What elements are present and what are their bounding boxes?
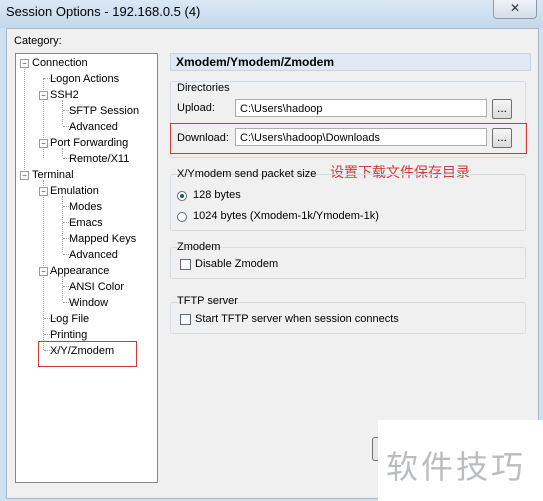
collapse-icon[interactable]: − bbox=[39, 187, 48, 196]
tree-item-connection[interactable]: Connection bbox=[32, 56, 88, 70]
disable-zmodem-checkbox[interactable] bbox=[180, 259, 191, 270]
radio-128-bytes[interactable] bbox=[177, 191, 187, 201]
tree-item-emacs[interactable]: Emacs bbox=[69, 216, 103, 230]
disable-zmodem-label: Disable Zmodem bbox=[195, 258, 279, 270]
tree-item-ansi-color[interactable]: ANSI Color bbox=[69, 280, 124, 294]
tree-item-mapped-keys[interactable]: Mapped Keys bbox=[69, 232, 136, 246]
tree-line bbox=[62, 276, 63, 300]
tree-item-remote-x11[interactable]: Remote/X11 bbox=[69, 152, 129, 166]
tree-line bbox=[62, 100, 63, 124]
tree-item-printing[interactable]: Printing bbox=[50, 328, 87, 342]
packet-size-group bbox=[170, 174, 526, 231]
tree-item-modes[interactable]: Modes bbox=[69, 200, 102, 214]
selected-item-highlight bbox=[38, 341, 137, 367]
tree-item-window[interactable]: Window bbox=[69, 296, 108, 310]
tree-item-ssh2[interactable]: SSH2 bbox=[50, 88, 79, 102]
collapse-icon[interactable]: − bbox=[20, 171, 29, 180]
tftp-label: TFTP server bbox=[177, 295, 238, 307]
close-button[interactable]: ✕ bbox=[493, 0, 537, 19]
start-tftp-label: Start TFTP server when session connects bbox=[195, 313, 399, 325]
tree-item-logon-actions[interactable]: Logon Actions bbox=[50, 72, 119, 86]
zmodem-label: Zmodem bbox=[177, 241, 221, 253]
radio-1024-label: 1024 bytes (Xmodem-1k/Ymodem-1k) bbox=[193, 210, 379, 222]
radio-128-label: 128 bytes bbox=[193, 189, 241, 201]
collapse-icon[interactable]: − bbox=[39, 91, 48, 100]
collapse-icon[interactable]: − bbox=[39, 267, 48, 276]
tree-line bbox=[43, 180, 44, 350]
download-input[interactable]: C:\Users\hadoop\Downloads bbox=[235, 128, 487, 146]
watermark-text: 软件技巧 bbox=[386, 448, 527, 486]
collapse-icon[interactable]: − bbox=[39, 139, 48, 148]
radio-1024-bytes[interactable] bbox=[177, 212, 187, 222]
panel-title: Xmodem/Ymodem/Zmodem bbox=[170, 53, 531, 71]
window-title: Session Options - 192.168.0.5 (4) bbox=[6, 4, 201, 19]
watermark: 软件技巧 bbox=[378, 420, 543, 501]
download-label: Download: bbox=[177, 132, 229, 144]
tree-item-ssh2-advanced[interactable]: Advanced bbox=[69, 120, 118, 134]
packet-size-label: X/Ymodem send packet size bbox=[177, 168, 317, 180]
tree-item-emulation[interactable]: Emulation bbox=[50, 184, 99, 198]
collapse-icon[interactable]: − bbox=[20, 59, 29, 68]
tree-item-log-file[interactable]: Log File bbox=[50, 312, 89, 326]
upload-label: Upload: bbox=[177, 102, 215, 114]
category-tree[interactable]: − − − − − − Connection Logon Actions SSH… bbox=[15, 53, 158, 483]
close-icon: ✕ bbox=[509, 1, 521, 15]
upload-browse-button[interactable]: ... bbox=[492, 99, 512, 119]
tree-line bbox=[62, 196, 63, 252]
tree-item-emulation-advanced[interactable]: Advanced bbox=[69, 248, 118, 262]
upload-input[interactable]: C:\Users\hadoop bbox=[235, 99, 487, 117]
category-label: Category: bbox=[14, 35, 62, 47]
download-browse-button[interactable]: ... bbox=[492, 128, 512, 148]
tree-item-port-forwarding[interactable]: Port Forwarding bbox=[50, 136, 128, 150]
title-bar: Session Options - 192.168.0.5 (4) ✕ bbox=[0, 0, 543, 28]
tree-line bbox=[24, 64, 25, 176]
tree-item-terminal[interactable]: Terminal bbox=[32, 168, 74, 182]
directories-label: Directories bbox=[177, 82, 230, 94]
tree-item-appearance[interactable]: Appearance bbox=[50, 264, 109, 278]
tree-item-sftp-session[interactable]: SFTP Session bbox=[69, 104, 139, 118]
start-tftp-checkbox[interactable] bbox=[180, 314, 191, 325]
